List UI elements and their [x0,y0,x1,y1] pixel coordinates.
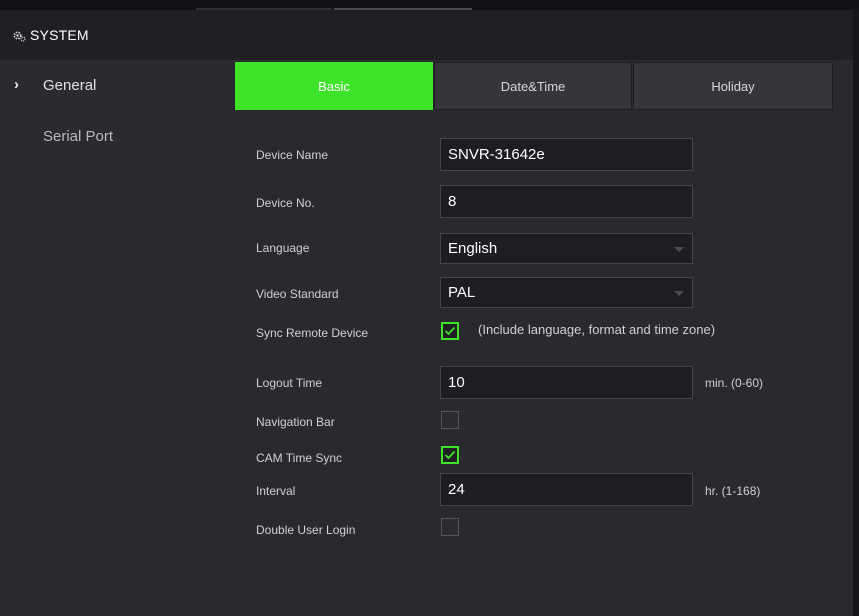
tab-bar: Basic Date&Time Holiday [235,62,835,110]
logout-time-label: Logout Time [256,376,323,390]
sync-remote-device-label: Sync Remote Device [256,326,369,340]
device-no-value: 8 [448,193,457,210]
language-value: English [448,240,498,257]
sidebar-item-label: General [43,77,97,94]
video-standard-select[interactable]: PAL [440,277,693,308]
logout-time-field[interactable]: 10 [440,366,693,399]
logout-time-unit: min. (0-60) [705,376,764,390]
top-strip [0,0,859,10]
interval-unit: hr. (1-168) [705,484,761,498]
interval-value: 24 [448,481,465,498]
tab-basic[interactable]: Basic [235,62,433,110]
logout-time-value: 10 [448,374,465,391]
sidebar-item-serial-port[interactable]: Serial Port [0,121,233,171]
double-user-login-checkbox[interactable] [441,518,459,536]
gear-icon [13,29,26,47]
interval-field[interactable]: 24 [440,473,693,506]
device-name-value: SNVR-31642e [448,146,545,163]
sidebar-item-general[interactable]: › General [0,61,233,111]
header-bar: SYSTEM [0,10,853,61]
sync-remote-device-note: (Include language, format and time zone) [478,322,716,337]
video-standard-value: PAL [448,284,476,301]
dropdown-arrow-icon [674,291,684,296]
device-no-field[interactable]: 8 [440,185,693,218]
page-title: SYSTEM [30,27,89,43]
sidebar-item-label: Serial Port [43,128,114,145]
navigation-bar-checkbox[interactable] [441,411,459,429]
cam-time-sync-label: CAM Time Sync [256,451,343,465]
device-name-label: Device Name [256,148,329,162]
checkmark-icon [444,326,456,336]
sidebar: › General Serial Port [0,61,233,616]
chevron-right-icon: › [14,76,19,93]
checkmark-icon [444,450,456,460]
video-standard-label: Video Standard [256,287,339,301]
navigation-bar-label: Navigation Bar [256,415,335,429]
device-no-label: Device No. [256,196,315,210]
tab-date-time[interactable]: Date&Time [434,62,632,110]
double-user-login-label: Double User Login [256,523,356,537]
interval-label: Interval [256,484,296,498]
tab-holiday[interactable]: Holiday [633,62,833,110]
sync-remote-device-checkbox[interactable] [441,322,459,340]
cam-time-sync-checkbox[interactable] [441,446,459,464]
dropdown-arrow-icon [674,247,684,252]
device-name-field[interactable]: SNVR-31642e [440,138,693,171]
language-label: Language [256,241,310,255]
language-select[interactable]: English [440,233,693,264]
